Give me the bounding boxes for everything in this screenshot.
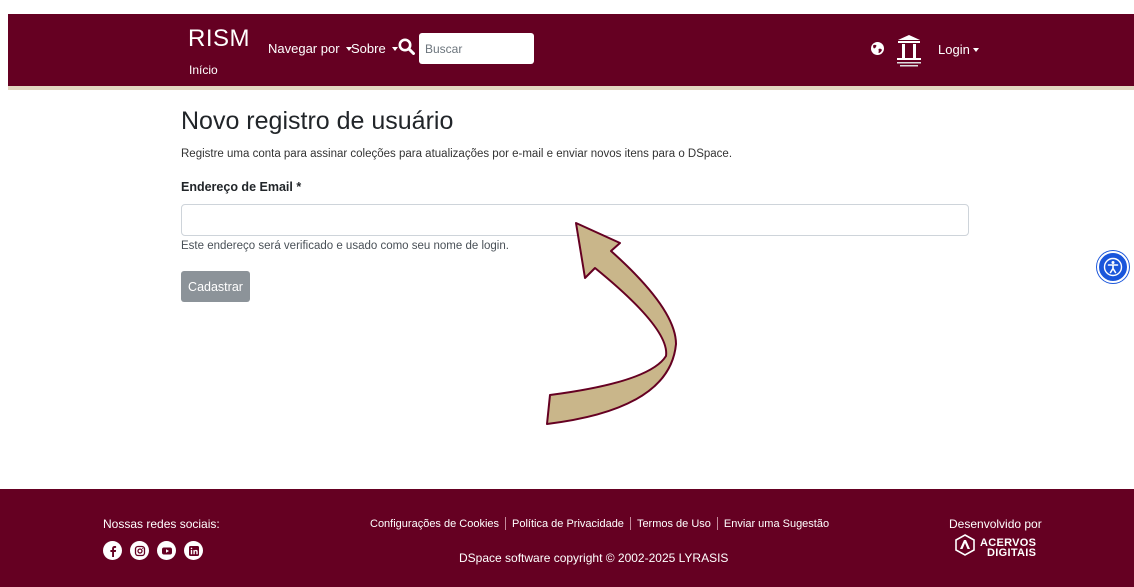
header-divider — [8, 86, 1134, 90]
about-menu[interactable]: Sobre — [351, 41, 398, 56]
facebook-icon[interactable] — [103, 541, 122, 560]
login-menu[interactable]: Login — [938, 42, 979, 57]
dev-logo-text: ACERVOS DIGITAIS — [980, 537, 1037, 559]
top-navbar: RISM Início Navegar por Sobre Buscar Log… — [8, 14, 1134, 86]
intro-text: Registre uma conta para assinar coleções… — [181, 148, 733, 160]
register-button[interactable]: Cadastrar — [181, 271, 250, 302]
developed-by-label: Desenvolvido por — [949, 517, 1042, 531]
social-links — [103, 541, 203, 560]
youtube-icon[interactable] — [157, 541, 176, 560]
linkedin-icon[interactable] — [184, 541, 203, 560]
site-footer: Nossas redes sociais: Configurações de C… — [0, 489, 1134, 587]
browse-menu-label: Navegar por — [268, 41, 340, 56]
email-label: Endereço de Email * — [181, 180, 302, 194]
footer-links: Configurações de Cookies Política de Pri… — [370, 517, 829, 530]
search-icon[interactable] — [398, 38, 415, 60]
acervos-digitais-logo-icon — [954, 534, 976, 561]
instagram-icon[interactable] — [130, 541, 149, 560]
institution-logo-icon — [894, 34, 924, 73]
acervos-digitais-logo[interactable]: ACERVOS DIGITAIS — [954, 534, 1036, 561]
send-feedback-link[interactable]: Enviar uma Sugestão — [724, 518, 829, 530]
site-brand[interactable]: RISM — [188, 26, 250, 52]
link-divider — [505, 517, 507, 530]
link-divider — [716, 517, 718, 530]
page-title: Novo registro de usuário — [181, 107, 454, 135]
home-link[interactable]: Início — [189, 63, 218, 77]
copyright-text: DSpace software copyright © 2002-2025 LY… — [459, 551, 729, 565]
login-label: Login — [938, 42, 970, 57]
cookie-settings-link[interactable]: Configurações de Cookies — [370, 518, 499, 530]
curved-arrow-annotation-icon — [540, 214, 690, 434]
accessibility-icon[interactable] — [1097, 251, 1129, 283]
link-divider — [629, 517, 631, 530]
social-title: Nossas redes sociais: — [103, 517, 220, 531]
browse-menu[interactable]: Navegar por — [268, 41, 352, 56]
about-menu-label: Sobre — [351, 41, 386, 56]
email-hint: Este endereço será verificado e usado co… — [181, 240, 509, 252]
chevron-down-icon — [972, 48, 979, 52]
language-globe-icon[interactable] — [870, 41, 885, 61]
chevron-down-icon — [391, 47, 398, 51]
dev-logo-line2: DIGITAIS — [987, 546, 1037, 559]
search-input[interactable] — [419, 33, 534, 64]
terms-of-use-link[interactable]: Termos de Uso — [637, 518, 711, 530]
privacy-policy-link[interactable]: Política de Privacidade — [512, 518, 624, 530]
